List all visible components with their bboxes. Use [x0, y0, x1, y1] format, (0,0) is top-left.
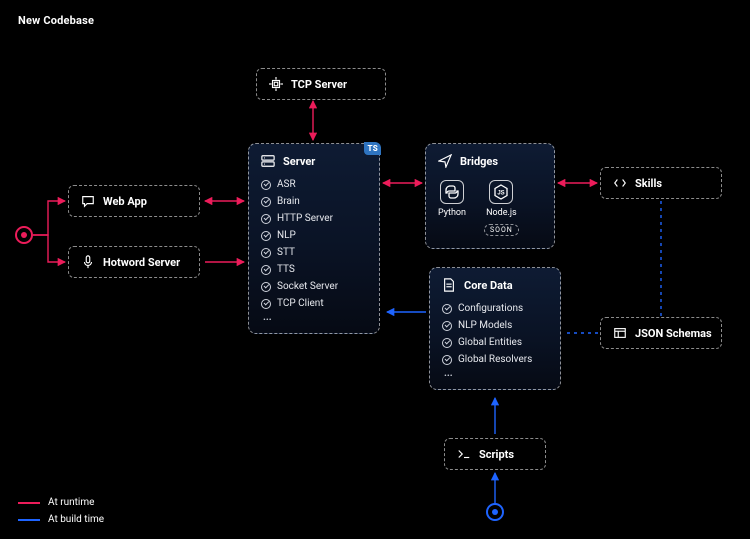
check-icon [442, 321, 452, 331]
cpu-icon [269, 77, 283, 91]
legend-swatch-runtime [18, 502, 40, 504]
node-label: Web App [103, 195, 147, 208]
node-label: JSON Schemas [635, 327, 712, 340]
legend-build: At build time [18, 514, 104, 525]
list-item: NLP Models [442, 317, 548, 334]
list-item: STT [261, 244, 367, 261]
legend-label: At build time [48, 514, 104, 525]
server-items-list: ASR Brain HTTP Server NLP STT TTS Socket… [261, 176, 367, 312]
page-title: New Codebase [18, 14, 94, 27]
panel-core-data: Core Data Configurations NLP Models Glob… [429, 267, 561, 390]
list-item: Brain [261, 193, 367, 210]
node-label: Hotword Server [103, 256, 180, 269]
list-item: NLP [261, 227, 367, 244]
node-skills: Skills [600, 167, 722, 199]
node-web-app: Web App [68, 185, 200, 217]
send-icon [438, 154, 452, 168]
svg-text:JS: JS [498, 191, 505, 197]
soon-badge: SOON [484, 224, 519, 236]
check-icon [442, 338, 452, 348]
panel-bridges: Bridges Python JS Node.js SOON [425, 143, 555, 249]
terminal-icon [457, 447, 471, 461]
diagram-canvas: New Codebase [0, 0, 750, 539]
chat-icon [81, 194, 95, 208]
check-icon [442, 304, 452, 314]
schema-icon [613, 326, 627, 340]
typescript-badge: TS [364, 142, 381, 155]
more-indicator: ... [442, 368, 548, 379]
list-item: Socket Server [261, 278, 367, 295]
node-tcp-server: TCP Server [256, 68, 386, 100]
check-icon [442, 355, 452, 365]
check-icon [261, 180, 271, 190]
node-label: Scripts [479, 448, 514, 461]
bridges-techs: Python JS Node.js SOON [426, 174, 554, 248]
legend: At runtime At build time [18, 491, 104, 525]
list-item: HTTP Server [261, 210, 367, 227]
check-icon [261, 231, 271, 241]
check-icon [261, 282, 271, 292]
node-scripts: Scripts [444, 438, 546, 470]
more-indicator: ... [261, 312, 367, 323]
node-label: Skills [635, 177, 662, 190]
list-item: Global Resolvers [442, 351, 548, 368]
origin-runtime [15, 226, 33, 244]
panel-title: Core Data [464, 279, 513, 292]
server-icon [261, 154, 275, 168]
panel-title: Bridges [460, 155, 498, 168]
core-data-items-list: Configurations NLP Models Global Entitie… [442, 300, 548, 368]
python-icon [440, 180, 464, 204]
check-icon [261, 197, 271, 207]
tech-nodejs: JS Node.js SOON [484, 180, 519, 236]
list-item: TTS [261, 261, 367, 278]
node-json-schemas: JSON Schemas [600, 317, 722, 349]
node-label: TCP Server [291, 78, 347, 91]
check-icon [261, 265, 271, 275]
tech-label: Node.js [486, 208, 517, 218]
check-icon [261, 248, 271, 258]
list-item: Configurations [442, 300, 548, 317]
microphone-icon [81, 255, 95, 269]
panel-title: Server [283, 155, 315, 168]
list-item: TCP Client [261, 295, 367, 312]
tech-python: Python [438, 180, 466, 236]
list-item: Global Entities [442, 334, 548, 351]
check-icon [261, 214, 271, 224]
origin-build [486, 503, 504, 521]
panel-server: TS Server ASR Brain HTTP Server NLP STT … [248, 143, 380, 334]
list-item: ASR [261, 176, 367, 193]
file-icon [442, 278, 456, 292]
node-hotword-server: Hotword Server [68, 246, 200, 278]
check-icon [261, 299, 271, 309]
tech-label: Python [438, 208, 466, 218]
legend-swatch-build [18, 519, 40, 521]
code-icon [613, 176, 627, 190]
legend-runtime: At runtime [18, 497, 104, 508]
nodejs-icon: JS [489, 180, 513, 204]
legend-label: At runtime [48, 497, 94, 508]
